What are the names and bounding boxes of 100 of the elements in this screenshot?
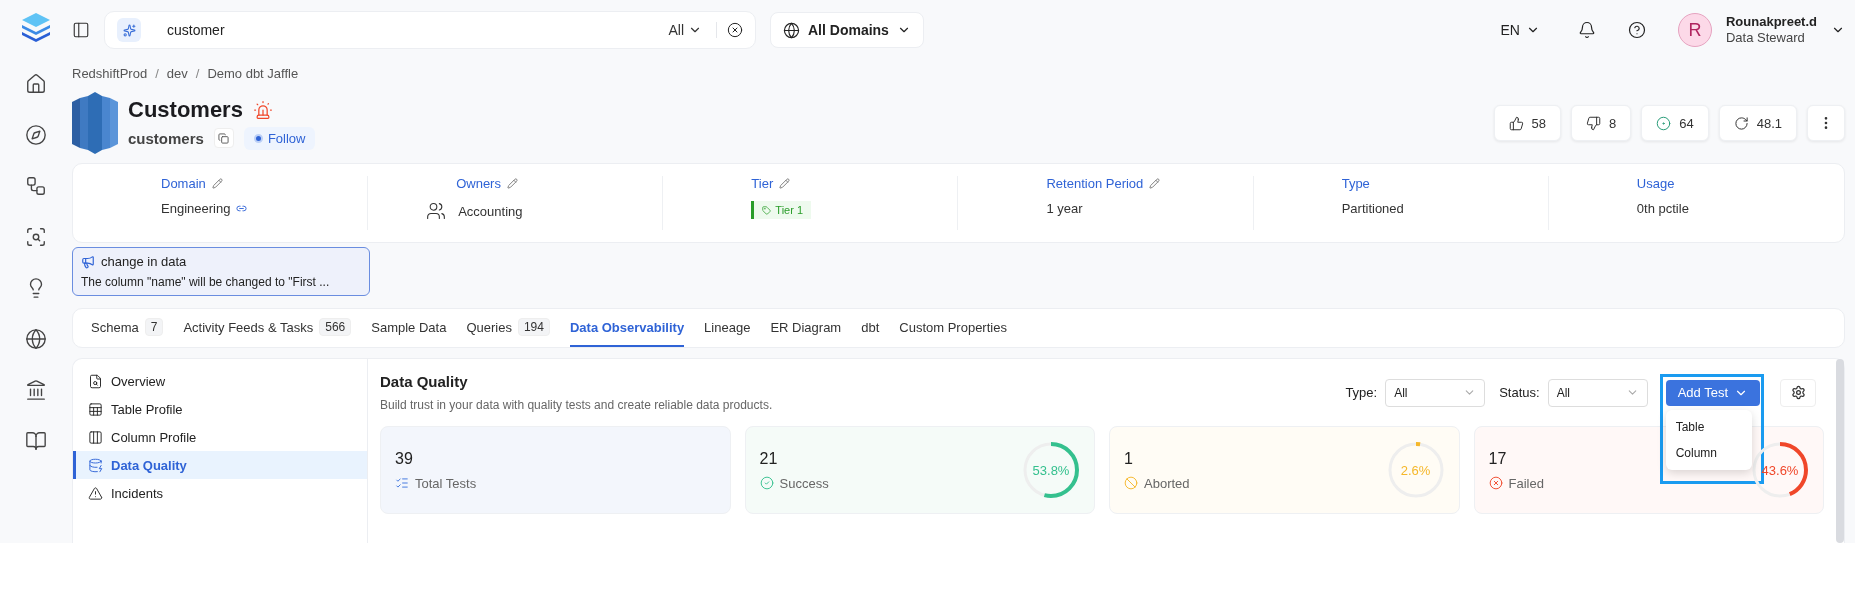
tab[interactable]: Activity Feeds & Tasks 566	[183, 309, 352, 347]
database-icon	[88, 457, 103, 473]
columns-icon	[88, 429, 103, 445]
stat-button[interactable]: 58	[1493, 105, 1561, 141]
alarm-icon	[252, 99, 273, 120]
tab-count: 7	[144, 318, 164, 336]
property-label: Owners	[456, 176, 501, 191]
thumbs-up-icon[interactable]	[1508, 115, 1524, 131]
file-search-icon	[88, 373, 103, 389]
tab[interactable]: Data Observability	[569, 309, 685, 347]
language-dropdown[interactable]: EN	[1494, 21, 1546, 39]
filter-label: Type:	[1345, 385, 1378, 400]
filter-select[interactable]: All	[1385, 378, 1486, 407]
tab[interactable]: Sample Data	[371, 309, 447, 347]
settings-button[interactable]	[1780, 378, 1816, 407]
stat-button[interactable]: 48.1	[1718, 105, 1797, 141]
percent-text: 53.8%	[1032, 462, 1070, 478]
card-value: 21	[759, 449, 779, 468]
tab-count: 566	[319, 318, 352, 336]
clear-icon[interactable]	[727, 22, 743, 38]
property-value: 0th pctile	[1636, 201, 1689, 216]
property-label: Tier	[751, 176, 774, 191]
home-icon[interactable]	[25, 73, 47, 95]
compass-icon[interactable]	[25, 124, 47, 146]
property-label: Retention Period	[1046, 176, 1144, 191]
follow-button[interactable]: Follow	[243, 126, 316, 150]
search-field[interactable]: customer All	[104, 11, 756, 49]
x-circle-icon	[1488, 476, 1503, 490]
entity-title: Customers	[128, 96, 243, 123]
stat-button[interactable]: 64	[1641, 105, 1709, 141]
sparkles-icon[interactable]	[117, 18, 141, 42]
users-icon	[426, 201, 447, 221]
bell-icon[interactable]	[1578, 21, 1596, 39]
tab[interactable]: Lineage	[704, 309, 751, 347]
menu-item[interactable]: Data Quality	[73, 451, 367, 479]
settings-icon[interactable]	[1790, 385, 1806, 400]
property-label: Domain	[161, 176, 206, 191]
tab[interactable]: Queries 194	[466, 309, 550, 347]
megaphone-icon	[81, 254, 95, 269]
menu-option[interactable]: Table	[1665, 413, 1752, 440]
breadcrumb-link[interactable]: RedshiftProd	[72, 66, 148, 81]
help-icon[interactable]	[1628, 21, 1646, 39]
scope-dropdown[interactable]: All	[654, 22, 717, 38]
globe-icon[interactable]	[25, 328, 47, 350]
property-value: Partitioned	[1341, 201, 1404, 216]
card-value: 1	[1124, 449, 1134, 468]
checklist-icon	[395, 476, 409, 490]
bank-icon[interactable]	[25, 379, 47, 401]
database-logo-icon	[72, 92, 118, 154]
menu-option[interactable]: Column	[1665, 439, 1752, 466]
search-icon[interactable]	[25, 226, 47, 248]
thumbs-down-icon[interactable]	[1586, 115, 1601, 131]
scrollbar[interactable]	[1836, 359, 1844, 543]
tab[interactable]: dbt	[861, 309, 880, 347]
ban-icon	[1124, 476, 1138, 490]
card-label: Aborted	[1144, 475, 1190, 491]
edit-icon[interactable]	[779, 178, 791, 189]
menu-item[interactable]: Table Profile	[73, 395, 367, 423]
announcement-card[interactable]: change in data The column "name" will be changed to "First ...	[72, 247, 370, 296]
property-value: 1 year	[1046, 201, 1083, 216]
copy-button[interactable]	[213, 128, 234, 148]
edit-icon[interactable]	[1149, 178, 1161, 189]
entity-name: customers	[128, 129, 204, 147]
section-subtitle: Build trust in your data with quality tests and create reliable data products.	[380, 398, 773, 412]
tab[interactable]: Schema 7	[91, 309, 164, 347]
section-title: Data Quality	[380, 373, 469, 390]
table-icon	[88, 401, 103, 417]
filter-select[interactable]: All	[1547, 378, 1648, 407]
breadcrumb-link[interactable]: dev	[166, 66, 188, 81]
logo-icon[interactable]	[19, 10, 53, 44]
dot-icon	[253, 133, 263, 143]
tab[interactable]: ER Diagram	[770, 309, 842, 347]
card-label: Total Tests	[415, 475, 477, 491]
check-circle-icon	[759, 476, 774, 490]
workflow-icon[interactable]	[25, 175, 47, 197]
tag-icon	[762, 205, 772, 215]
tab-count: 194	[517, 318, 550, 336]
filter-label: Status:	[1499, 385, 1540, 400]
menu-item[interactable]: Overview	[73, 367, 367, 395]
stat-button[interactable]: 8	[1571, 105, 1632, 141]
tab[interactable]: Custom Properties	[899, 309, 1007, 347]
copy-icon[interactable]	[218, 132, 230, 144]
link-icon[interactable]	[236, 203, 248, 214]
add-test-button[interactable]: Add Test	[1665, 379, 1760, 406]
avatar[interactable]: R	[1678, 13, 1712, 47]
menu-item[interactable]: Incidents	[73, 479, 367, 507]
target-icon[interactable]	[1656, 115, 1672, 131]
property-label: Type	[1341, 176, 1370, 191]
announcement-text: The column "name" will be changed to "First ...	[81, 275, 331, 289]
refresh-icon[interactable]	[1733, 115, 1749, 131]
sidebar-toggle-icon[interactable]	[72, 21, 90, 39]
globe-icon[interactable]	[783, 21, 800, 39]
book-icon[interactable]	[25, 430, 47, 452]
announcement-title: change in data	[101, 254, 187, 269]
edit-icon[interactable]	[506, 178, 518, 189]
edit-icon[interactable]	[211, 178, 223, 189]
menu-item[interactable]: Column Profile	[73, 423, 367, 451]
breadcrumb-link[interactable]: Demo dbt Jaffle	[207, 66, 299, 81]
domain-dropdown[interactable]: All Domains	[770, 12, 924, 48]
breadcrumb-separator: /	[195, 66, 200, 81]
